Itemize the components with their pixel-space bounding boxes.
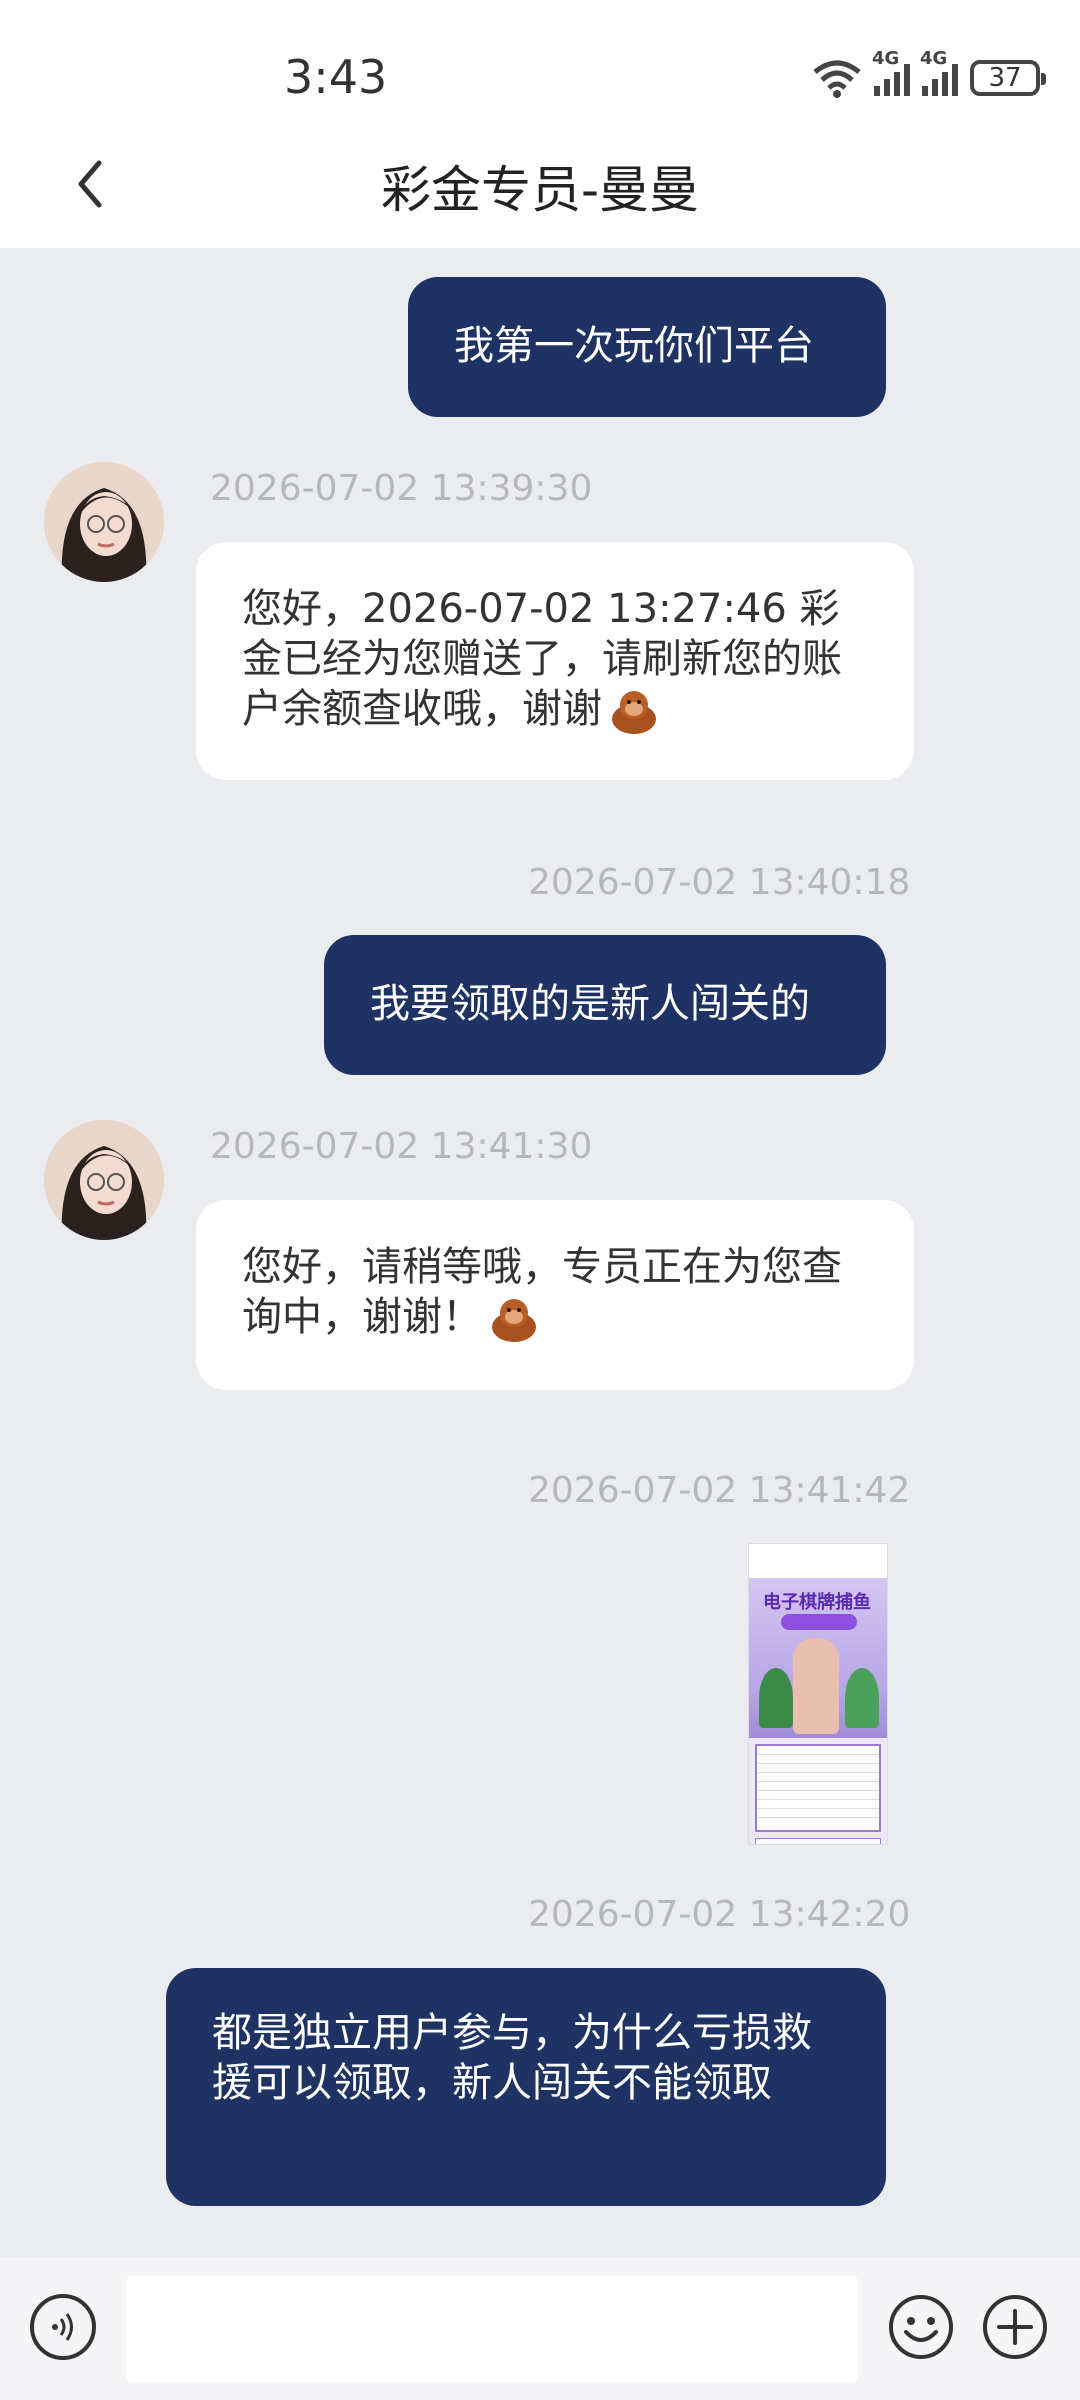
avatar[interactable] xyxy=(44,462,164,582)
message-text: 我第一次玩你们平台 xyxy=(454,323,814,369)
orangutan-emoji xyxy=(612,691,656,734)
avatar-image xyxy=(44,1120,164,1240)
message-timestamp: 2026-07-02 13:42:20 xyxy=(528,1894,911,1935)
plus-button[interactable] xyxy=(982,2294,1048,2360)
message-bubble-incoming[interactable]: 您好，2026-07-02 13:27:46 彩金已经为您赠送了，请刷新您的账户… xyxy=(196,542,914,780)
emoji-icon xyxy=(889,2295,953,2359)
emoji-button[interactable] xyxy=(888,2294,954,2360)
avatar-image xyxy=(44,462,164,582)
message-bubble-outgoing[interactable]: 都是独立用户参与，为什么亏损救援可以领取，新人闯关不能领取 xyxy=(166,1968,886,2206)
message-image[interactable]: 电子棋牌捕鱼 xyxy=(748,1543,888,1845)
message-timestamp: 2026-07-02 13:40:18 xyxy=(528,862,911,903)
message-text: 您好，请稍等哦，专员正在为您查询中，谢谢！ xyxy=(242,1244,842,1340)
plus-icon xyxy=(983,2295,1047,2359)
status-bar: 3:43 4G 4G 37 xyxy=(0,0,1080,130)
message-text: 我要领取的是新人闯关的 xyxy=(370,981,810,1027)
image-pill xyxy=(781,1614,857,1630)
input-bar xyxy=(0,2258,1080,2400)
avatar[interactable] xyxy=(44,1120,164,1240)
image-figure xyxy=(793,1638,839,1734)
message-timestamp: 2026-07-02 13:41:30 xyxy=(210,1126,593,1167)
image-banner: 电子棋牌捕鱼 xyxy=(749,1578,887,1738)
message-input[interactable] xyxy=(126,2276,858,2382)
battery-icon: 37 xyxy=(970,60,1046,96)
message-bubble-outgoing[interactable]: 我第一次玩你们平台 xyxy=(408,277,886,417)
signal-icon: 4G xyxy=(872,48,910,96)
image-leaf xyxy=(759,1668,793,1728)
image-footer xyxy=(755,1838,881,1844)
page-title: 彩金专员-曼曼 xyxy=(380,161,700,219)
message-bubble-outgoing[interactable]: 我要领取的是新人闯关的 xyxy=(324,935,886,1075)
message-bubble-incoming[interactable]: 您好，请稍等哦，专员正在为您查询中，谢谢！ xyxy=(196,1200,914,1390)
message-text: 您好，2026-07-02 13:27:46 彩金已经为您赠送了，请刷新您的账户… xyxy=(242,586,842,732)
signal-icon: 4G xyxy=(920,48,958,96)
wifi-icon xyxy=(813,60,861,98)
status-time: 3:43 xyxy=(284,50,388,104)
status-icons: 4G 4G 37 xyxy=(812,48,1046,100)
nav-bar: 彩金专员-曼曼 xyxy=(0,130,1080,248)
voice-button[interactable] xyxy=(30,2294,96,2360)
orangutan-emoji xyxy=(492,1299,536,1342)
voice-icon xyxy=(52,2313,73,2341)
image-title: 电子棋牌捕鱼 xyxy=(763,1592,871,1613)
message-timestamp: 2026-07-02 13:41:42 xyxy=(528,1470,911,1511)
network-label: 4G xyxy=(920,48,948,69)
message-text: 都是独立用户参与，为什么亏损救援可以领取，新人闯关不能领取 xyxy=(212,2010,812,2106)
image-table xyxy=(755,1744,881,1832)
network-label: 4G xyxy=(872,48,900,69)
image-leaf xyxy=(845,1668,879,1728)
image-header xyxy=(749,1544,887,1578)
message-timestamp: 2026-07-02 13:39:30 xyxy=(210,468,593,509)
